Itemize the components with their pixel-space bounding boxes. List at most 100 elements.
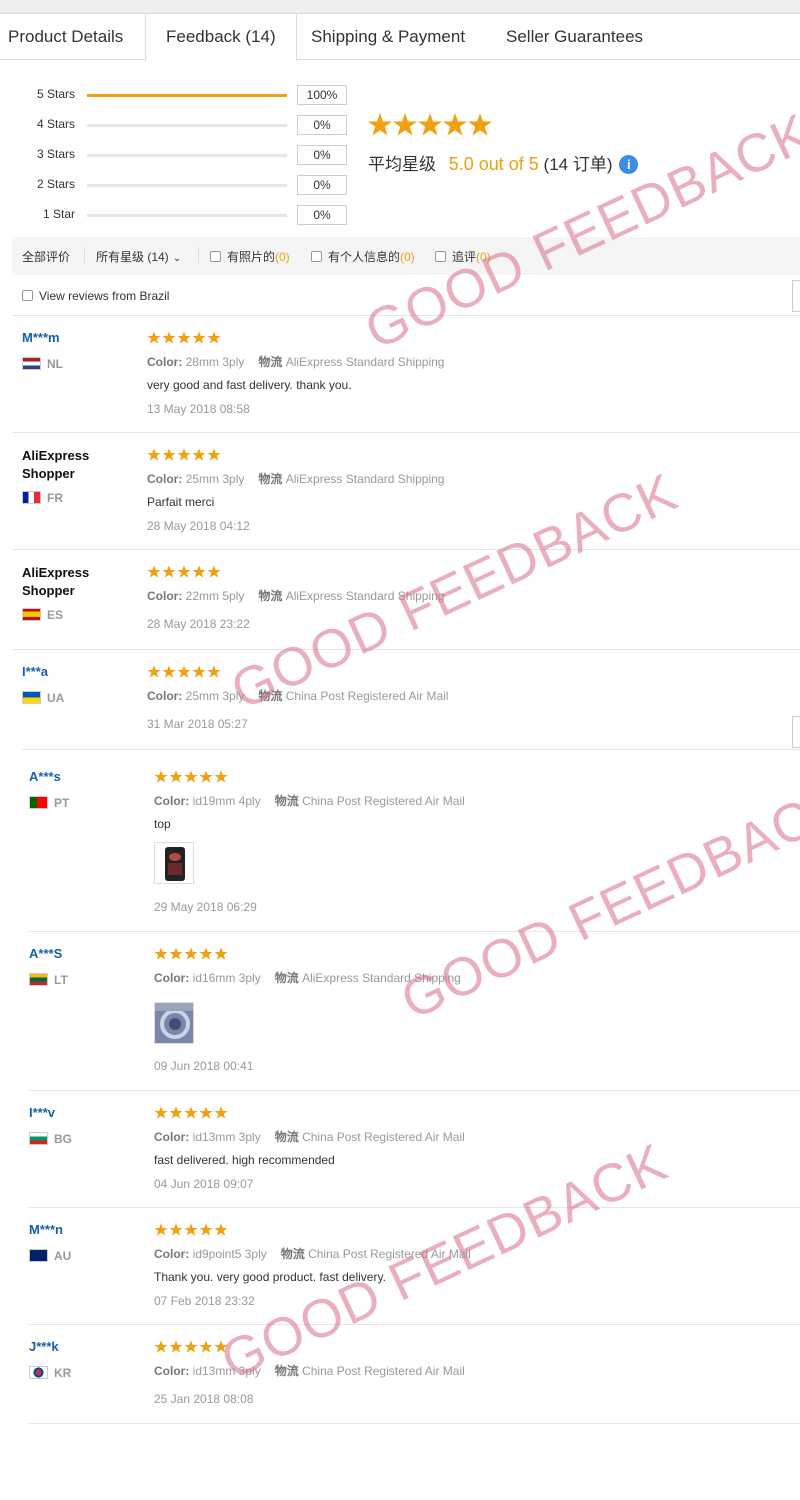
reviewer-country: KR <box>29 1366 71 1380</box>
flag-au-icon <box>29 1249 48 1262</box>
watermark: GOOD FEEDBACK <box>356 102 800 362</box>
divider <box>12 649 800 650</box>
review-text: top <box>154 817 171 831</box>
review-stars <box>147 448 221 461</box>
filter-followup[interactable]: 追评(0) <box>435 248 491 265</box>
country-code: FR <box>47 491 63 505</box>
flag-kr-icon <box>29 1366 48 1379</box>
review-date: 31 Mar 2018 05:27 <box>147 717 248 731</box>
logistics-label: 物流 <box>274 1130 299 1144</box>
reviewer-name[interactable]: M***n <box>29 1222 63 1237</box>
shipping-value: China Post Registered Air Mail <box>302 1130 465 1144</box>
view-brazil-label: View reviews from Brazil <box>39 289 170 303</box>
reviewer-name[interactable]: I***a <box>22 664 48 679</box>
review-photo[interactable] <box>154 842 194 884</box>
review-date: 04 Jun 2018 09:07 <box>154 1177 254 1191</box>
logistics-label: 物流 <box>258 689 283 703</box>
tab-shipping-payment[interactable]: Shipping & Payment <box>311 14 465 60</box>
review-text: very good and fast delivery. thank you. <box>147 378 352 392</box>
reviewer-name: AliExpress Shopper <box>22 565 90 598</box>
review-attributes: Color: 22mm 5ply 物流 AliExpress Standard S… <box>147 587 444 604</box>
review-text: Thank you. very good product. fast deliv… <box>154 1270 386 1284</box>
side-control[interactable] <box>792 716 800 748</box>
review-photo[interactable] <box>154 1002 194 1044</box>
color-value: id16mm 3ply <box>192 971 261 985</box>
country-code: NL <box>47 357 63 371</box>
rating-row-5[interactable]: 5 Stars 100% <box>0 85 360 107</box>
review-date: 07 Feb 2018 23:32 <box>154 1294 255 1308</box>
reviewer-country: BG <box>29 1132 72 1146</box>
rating-percent: 0% <box>297 175 347 195</box>
star-icon-group <box>368 113 492 136</box>
reviewer-name[interactable]: M***m <box>22 330 60 345</box>
divider <box>22 749 800 750</box>
rating-row-4[interactable]: 4 Stars 0% <box>0 115 360 137</box>
divider <box>29 1207 800 1208</box>
country-code: KR <box>54 1366 72 1380</box>
reviewer-name[interactable]: I***v <box>29 1105 55 1120</box>
rating-row-2[interactable]: 2 Stars 0% <box>0 175 360 197</box>
star-icon <box>368 113 392 136</box>
tab-seller-guarantees[interactable]: Seller Guarantees <box>506 14 643 60</box>
watermark: GOOD FEEDBACK <box>392 772 800 1032</box>
view-brazil-filter[interactable]: View reviews from Brazil <box>22 289 169 303</box>
color-value: 25mm 3ply <box>185 472 245 486</box>
review-attributes: Color: id19mm 4ply 物流 China Post Register… <box>154 792 465 809</box>
filter-all-stars-label: 所有星级 (14) <box>96 250 169 264</box>
rating-bar <box>87 214 287 217</box>
logistics-label: 物流 <box>280 1247 305 1261</box>
divider <box>29 1090 800 1091</box>
review-date: 29 May 2018 06:29 <box>154 900 257 914</box>
tab-feedback[interactable]: Feedback (14) <box>145 14 297 61</box>
review-date: 13 May 2018 08:58 <box>147 402 250 416</box>
rating-row-3[interactable]: 3 Stars 0% <box>0 145 360 167</box>
side-control[interactable] <box>792 280 800 312</box>
reviewer-name[interactable]: A***s <box>29 769 61 784</box>
filter-with-photos[interactable]: 有照片的(0) <box>210 248 290 265</box>
color-value: 28mm 3ply <box>185 355 245 369</box>
review-stars <box>154 1223 228 1236</box>
shipping-value: AliExpress Standard Shipping <box>285 589 445 603</box>
checkbox[interactable] <box>210 251 221 262</box>
rating-percent: 0% <box>297 115 347 135</box>
tab-product-details[interactable]: Product Details <box>8 14 123 60</box>
filter-all-stars-select[interactable]: 所有星级 (14) ⌄ <box>96 248 181 265</box>
order-count: (14 订单) <box>543 155 613 174</box>
filter-with-photos-label: 有照片的 <box>227 250 276 264</box>
divider <box>29 931 800 932</box>
rating-label: 5 Stars <box>37 87 76 101</box>
country-code: ES <box>47 608 64 622</box>
divider <box>12 432 800 433</box>
flag-fr-icon <box>22 491 41 504</box>
rating-row-1[interactable]: 1 Star 0% <box>0 205 360 227</box>
rating-label: 1 Star <box>43 207 76 221</box>
divider <box>198 247 199 263</box>
average-stars <box>368 112 493 140</box>
review-stars <box>154 1106 228 1119</box>
review-stars <box>147 565 221 578</box>
star-icon <box>393 113 417 136</box>
filter-with-info[interactable]: 有个人信息的(0) <box>311 248 415 265</box>
reviewer-name[interactable]: A***S <box>29 946 62 961</box>
star-icon <box>418 113 442 136</box>
logistics-label: 物流 <box>274 971 299 985</box>
checkbox[interactable] <box>22 290 33 301</box>
reviewer-country: ES <box>22 608 63 622</box>
logistics-label: 物流 <box>258 589 283 603</box>
flag-lt-icon <box>29 973 48 986</box>
info-icon[interactable]: i <box>619 155 639 174</box>
color-value: id9point5 3ply <box>192 1247 267 1261</box>
checkbox[interactable] <box>311 251 322 262</box>
shipping-value: China Post Registered Air Mail <box>285 689 449 703</box>
rating-bar <box>87 184 287 187</box>
review-date: 09 Jun 2018 00:41 <box>154 1059 254 1073</box>
color-label: Color: <box>147 472 183 486</box>
review-date: 28 May 2018 23:22 <box>147 617 250 631</box>
country-code: PT <box>54 796 70 810</box>
star-icon <box>443 113 467 136</box>
checkbox[interactable] <box>435 251 446 262</box>
filter-all[interactable]: 全部评价 <box>22 248 70 265</box>
star-icon <box>468 113 492 136</box>
reviewer-name[interactable]: J***k <box>29 1339 59 1354</box>
average-rating: 平均星级 5.0 out of 5 (14 订单) i <box>368 150 639 175</box>
